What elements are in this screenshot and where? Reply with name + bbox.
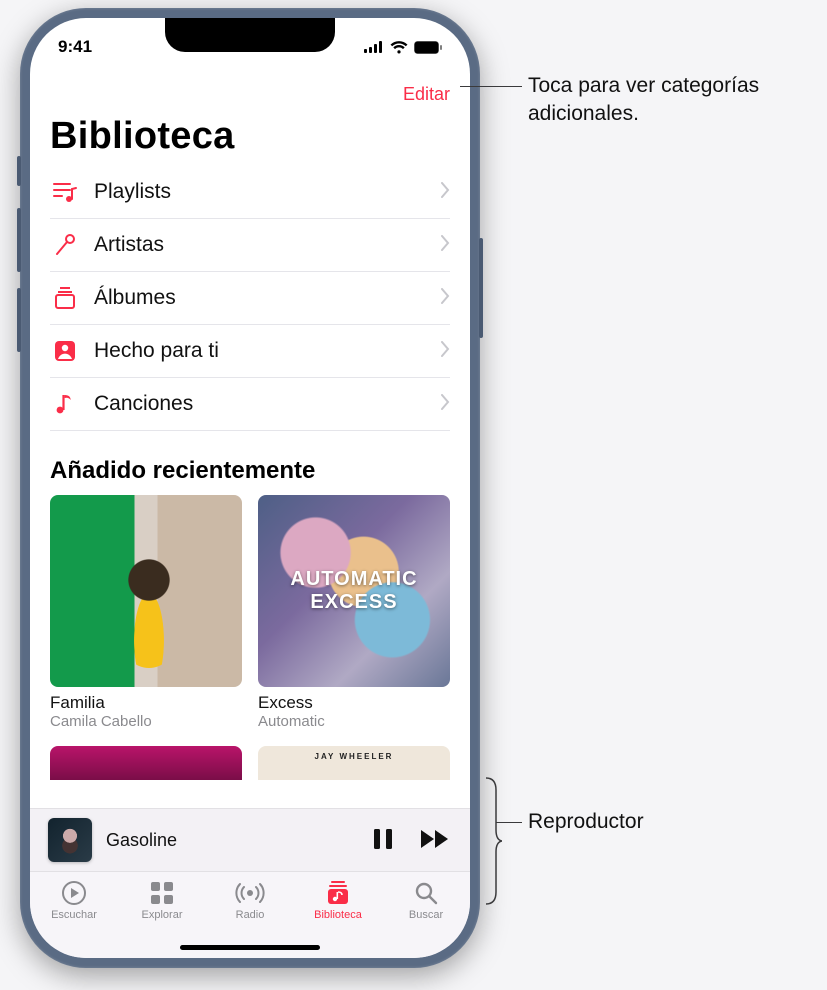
callout-text: Toca para ver categorías adicionales. bbox=[528, 74, 759, 125]
grid-icon bbox=[150, 880, 174, 906]
album-artwork: AUTOMATIC EXCESS bbox=[258, 495, 450, 687]
now-playing-title: Gasoline bbox=[106, 830, 358, 851]
now-playing-artwork bbox=[48, 818, 92, 862]
search-icon bbox=[414, 880, 438, 906]
tab-label: Buscar bbox=[409, 909, 443, 921]
status-time: 9:41 bbox=[58, 37, 92, 57]
chevron-right-icon bbox=[441, 288, 450, 309]
iphone-device-frame: 9:41 Editar Biblioteca bbox=[20, 8, 480, 968]
album-artwork-peek[interactable] bbox=[50, 746, 242, 780]
callout-text: Reproductor bbox=[528, 810, 644, 833]
play-circle-icon bbox=[61, 880, 87, 906]
tab-listen[interactable]: Escuchar bbox=[38, 880, 110, 921]
tab-library[interactable]: Biblioteca bbox=[302, 880, 374, 921]
callout-leader-line bbox=[496, 822, 522, 823]
recently-added-grid: Familia Camila Cabello AUTOMATIC EXCESS … bbox=[50, 495, 450, 730]
person-square-icon bbox=[50, 339, 80, 363]
album-art-text: AUTOMATIC EXCESS bbox=[290, 568, 417, 614]
tab-explore[interactable]: Explorar bbox=[126, 880, 198, 921]
tab-search[interactable]: Buscar bbox=[390, 880, 462, 921]
next-row-peek: JAY WHEELER bbox=[50, 746, 450, 780]
chevron-right-icon bbox=[441, 394, 450, 415]
library-icon bbox=[325, 880, 351, 906]
chevron-right-icon bbox=[441, 235, 450, 256]
library-item-label: Artistas bbox=[94, 233, 427, 257]
album-title: Familia bbox=[50, 693, 242, 713]
album-artwork-peek[interactable]: JAY WHEELER bbox=[258, 746, 450, 780]
battery-icon bbox=[414, 41, 442, 54]
callout-player: Reproductor bbox=[528, 808, 788, 836]
album-card[interactable]: Familia Camila Cabello bbox=[50, 495, 242, 730]
album-artist: Camila Cabello bbox=[50, 713, 242, 730]
wifi-icon bbox=[390, 41, 408, 54]
tab-label: Radio bbox=[236, 909, 265, 921]
cellular-signal-icon bbox=[364, 41, 384, 53]
album-card[interactable]: AUTOMATIC EXCESS Excess Automatic bbox=[258, 495, 450, 730]
library-item-albums[interactable]: Álbumes bbox=[50, 272, 450, 325]
notch bbox=[165, 18, 335, 52]
library-item-songs[interactable]: Canciones bbox=[50, 378, 450, 431]
library-item-label: Canciones bbox=[94, 392, 427, 416]
callout-edit: Toca para ver categorías adicionales. bbox=[528, 72, 808, 129]
tab-bar: Escuchar Explorar Radio Biblioteca Busca… bbox=[30, 872, 470, 958]
microphone-icon bbox=[50, 233, 80, 257]
home-indicator[interactable] bbox=[180, 945, 320, 950]
recently-added-title: Añadido recientemente bbox=[50, 457, 450, 485]
tab-label: Explorar bbox=[142, 909, 183, 921]
library-item-made-for-you[interactable]: Hecho para ti bbox=[50, 325, 450, 378]
album-art-text: JAY WHEELER bbox=[315, 752, 394, 761]
tab-radio[interactable]: Radio bbox=[214, 880, 286, 921]
library-item-label: Hecho para ti bbox=[94, 339, 427, 363]
chevron-right-icon bbox=[441, 341, 450, 362]
tab-label: Escuchar bbox=[51, 909, 97, 921]
library-category-list: Playlists Artistas Álbum bbox=[50, 166, 450, 431]
tab-label: Biblioteca bbox=[314, 909, 362, 921]
album-artwork bbox=[50, 495, 242, 687]
page-title: Biblioteca bbox=[50, 115, 450, 158]
mute-switch bbox=[17, 156, 21, 186]
screen: 9:41 Editar Biblioteca bbox=[30, 18, 470, 958]
mini-player[interactable]: Gasoline bbox=[30, 808, 470, 872]
power-button bbox=[479, 238, 483, 338]
pause-icon bbox=[372, 827, 394, 851]
chevron-right-icon bbox=[441, 182, 450, 203]
playlist-icon bbox=[50, 181, 80, 203]
library-item-playlists[interactable]: Playlists bbox=[50, 166, 450, 219]
callout-leader-line bbox=[460, 86, 522, 87]
album-stack-icon bbox=[50, 286, 80, 310]
library-item-artists[interactable]: Artistas bbox=[50, 219, 450, 272]
callout-brace bbox=[484, 776, 502, 906]
volume-down-button bbox=[17, 288, 21, 352]
album-artist: Automatic bbox=[258, 713, 450, 730]
edit-button[interactable]: Editar bbox=[403, 84, 450, 105]
album-title: Excess bbox=[258, 693, 450, 713]
forward-icon bbox=[420, 828, 452, 850]
volume-up-button bbox=[17, 208, 21, 272]
music-note-icon bbox=[50, 392, 80, 416]
library-item-label: Álbumes bbox=[94, 286, 427, 310]
radio-icon bbox=[235, 880, 265, 906]
pause-button[interactable] bbox=[372, 827, 394, 854]
next-track-button[interactable] bbox=[420, 828, 452, 853]
library-item-label: Playlists bbox=[94, 180, 427, 204]
